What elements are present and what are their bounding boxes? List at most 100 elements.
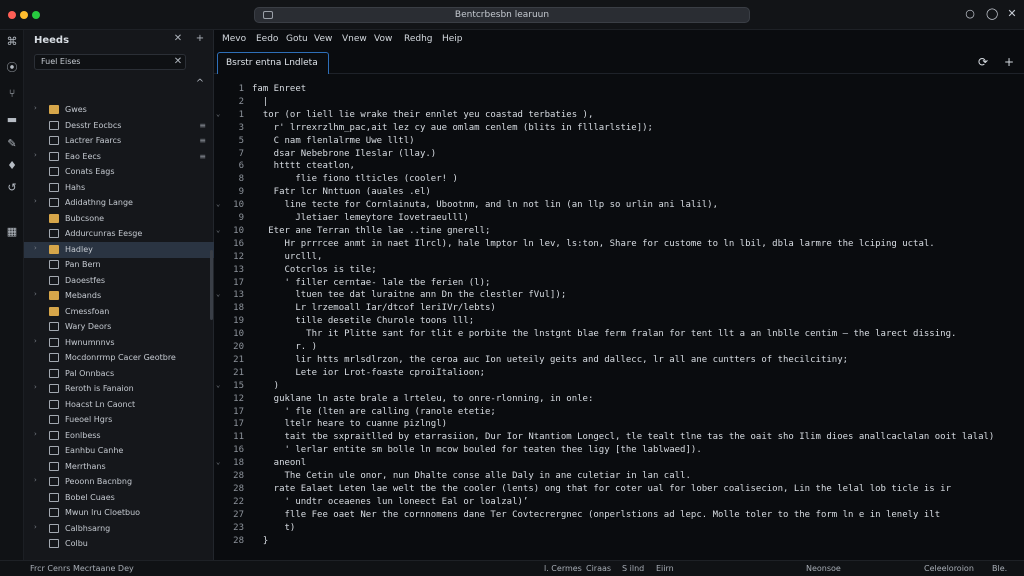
chevron-right-icon[interactable]: › (34, 290, 37, 298)
explorer-icon[interactable]: ⌘ (4, 34, 20, 50)
status-end[interactable]: Ble. (992, 564, 1007, 573)
maximize-window-button[interactable] (32, 11, 40, 19)
tree-item-label: Mwun lru Cloetbuo (65, 508, 141, 517)
menu-item[interactable]: Heip (442, 34, 463, 44)
status-far-right[interactable]: Celeeloroion (924, 564, 974, 573)
search-icon[interactable]: ⦿ (4, 60, 20, 76)
chevron-right-icon[interactable]: › (34, 523, 37, 531)
minimize-window-button[interactable] (20, 11, 28, 19)
chevron-right-icon[interactable]: › (34, 197, 37, 205)
line-number: 9 (238, 187, 244, 198)
chat-icon[interactable]: ▬ (4, 112, 20, 128)
chevron-right-icon[interactable]: › (34, 476, 37, 484)
tree-item[interactable]: Lactrer Faarcs ≡ (24, 133, 214, 149)
status-item-1[interactable]: l. Cermes (544, 564, 582, 573)
chevron-right-icon[interactable]: › (34, 383, 37, 391)
menu-item[interactable]: Mevo (222, 34, 246, 44)
line-number: 3 (238, 122, 244, 133)
status-item-4[interactable]: Eiirn (656, 564, 674, 573)
code-view[interactable]: 1 fam Enreet 2 | 1 ⌄ tor (or liell lie wrake… (214, 80, 1014, 560)
fold-icon[interactable]: ⌄ (216, 381, 220, 389)
file-icon (49, 368, 59, 378)
tree-item[interactable]: Addurcunras Eesge (24, 226, 214, 242)
source-control-icon[interactable]: ⑂ (4, 86, 20, 102)
extensions-icon[interactable]: ♦ (4, 158, 20, 174)
status-right[interactable]: Neonsoe (806, 564, 841, 573)
fold-icon[interactable]: ⌄ (216, 226, 220, 234)
fold-icon[interactable]: ⌄ (216, 290, 220, 298)
tree-item[interactable]: › Mebands (24, 288, 214, 304)
close-icon[interactable]: ✕ (1006, 8, 1018, 20)
tree-item[interactable]: › Calbhsarng (24, 521, 214, 537)
tree-item[interactable]: Merrthans (24, 459, 214, 475)
tab-active-file[interactable]: Bsrstr entna Lndleta (217, 52, 329, 74)
tree-item[interactable]: Wary Deors (24, 319, 214, 335)
collapse-icon[interactable]: ✕ (172, 33, 184, 45)
tree-item[interactable]: Desstr Eocbcs ≡ (24, 118, 214, 134)
menu-item[interactable]: Gotu (286, 34, 308, 44)
chevron-right-icon[interactable]: › (34, 244, 37, 252)
menu-item[interactable]: Vew (314, 34, 332, 44)
tree-item[interactable]: Mocdonrrmp Cacer Geotbre (24, 350, 214, 366)
manage-icon[interactable]: ◯ (986, 8, 998, 20)
search-input-value: Fuel Eises (41, 57, 81, 66)
tree-item[interactable]: › Eonlbess (24, 428, 214, 444)
chevron-right-icon[interactable]: › (34, 151, 37, 159)
menu-item[interactable]: Redhg (404, 34, 433, 44)
terminal-icon[interactable]: ▦ (4, 224, 20, 240)
line-number: 13 (233, 264, 244, 275)
close-window-button[interactable] (8, 11, 16, 19)
code-line: The Cetin ule onor, nun Dhalte conse all… (252, 471, 691, 481)
tree-item[interactable]: › Eao Eecs ≡ (24, 149, 214, 165)
search-input[interactable]: Fuel Eises (34, 54, 186, 70)
code-line: t) (252, 522, 296, 533)
tree-item[interactable]: Pan Bern (24, 257, 214, 273)
tree-item[interactable]: › Hadley (24, 241, 214, 258)
settings-icon[interactable]: ↺ (4, 180, 20, 196)
split-editor-icon[interactable]: + (1002, 55, 1016, 69)
tree-item[interactable]: › Peoonn Bacnbng (24, 474, 214, 490)
status-bar: Frcr Cenrs Mecrtaane Dey l. Cermes Ciraa… (0, 560, 1024, 576)
clear-search-icon[interactable]: ✕ (172, 56, 184, 68)
tree-item[interactable]: › Hwnumnnvs (24, 335, 214, 351)
fold-icon[interactable]: ⌄ (216, 110, 220, 118)
tree-item[interactable]: Mwun lru Cloetbuo (24, 505, 214, 521)
tree-item[interactable]: Eanhbu Canhe (24, 443, 214, 459)
tree-item[interactable]: Bubcsone (24, 211, 214, 227)
account-icon[interactable]: ○ (964, 8, 976, 20)
tree-item[interactable]: Conats Eags (24, 164, 214, 180)
chevron-right-icon[interactable]: › (34, 430, 37, 438)
tree-item[interactable]: Hahs (24, 180, 214, 196)
menu-item[interactable]: Vow (374, 34, 392, 44)
tree-item[interactable]: Pal Onnbacs (24, 366, 214, 382)
menu-item[interactable]: Vnew (342, 34, 367, 44)
tree-item[interactable]: Fueoel Hgrs (24, 412, 214, 428)
menu-item[interactable]: Eedo (256, 34, 278, 44)
tree-item[interactable]: › Adidathng Lange (24, 195, 214, 211)
tree-item[interactable]: Cmessfoan (24, 304, 214, 320)
file-icon (49, 461, 59, 471)
file-icon (49, 492, 59, 502)
debug-icon[interactable]: ✎ (4, 136, 20, 152)
tree-item[interactable]: › Gwes (24, 102, 214, 118)
code-line: rate Ealaet Leten lae welt tbe the coole… (252, 483, 951, 494)
code-line: flle Fee oaet Ner the cornnomens dane Te… (252, 509, 941, 520)
file-icon (49, 415, 59, 424)
tree-item[interactable]: Daoestfes (24, 273, 214, 289)
status-item-2[interactable]: Ciraas (586, 564, 611, 573)
tree-item[interactable]: Bobel Cuaes (24, 490, 214, 506)
sidebar-scrollbar[interactable] (210, 250, 213, 320)
command-center[interactable]: Bentcrbesbn learuun (254, 7, 750, 23)
tree-item[interactable]: Hoacst Ln Caonct (24, 397, 214, 413)
tree-item[interactable]: › Reroth is Fanaion (24, 381, 214, 397)
fold-icon[interactable]: ⌄ (216, 200, 220, 208)
status-item-3[interactable]: S ilnd (622, 564, 644, 573)
chevron-up-icon[interactable]: ^ (194, 78, 206, 90)
fold-icon[interactable]: ⌄ (216, 458, 220, 466)
tree-item[interactable]: Colbu (24, 536, 214, 552)
chevron-right-icon[interactable]: › (34, 104, 37, 112)
new-file-icon[interactable]: + (194, 33, 206, 45)
chevron-right-icon[interactable]: › (34, 337, 37, 345)
status-left[interactable]: Frcr Cenrs Mecrtaane Dey (30, 564, 134, 573)
refresh-icon[interactable]: ⟳ (976, 55, 990, 69)
